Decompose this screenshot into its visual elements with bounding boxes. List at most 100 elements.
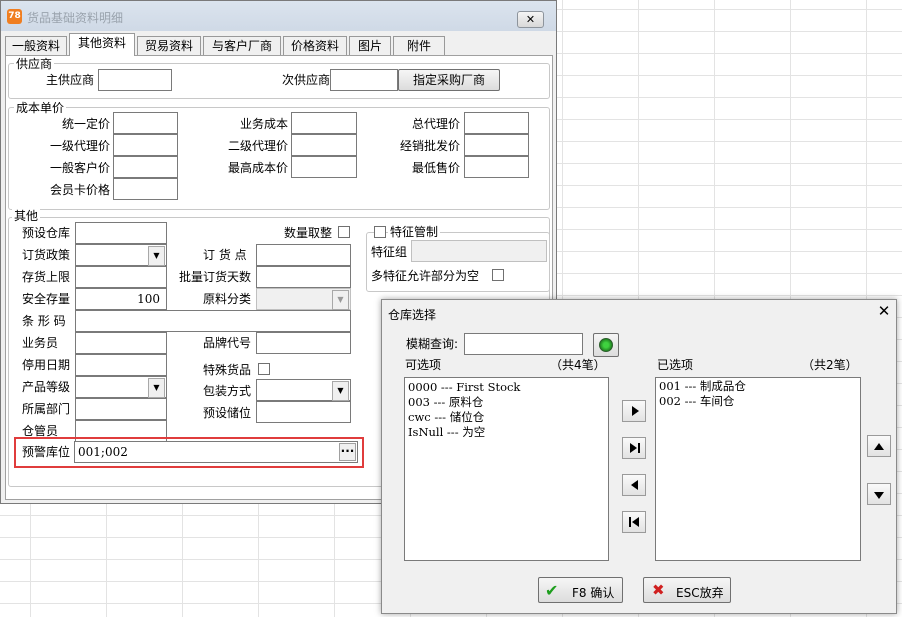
window-close-button[interactable]: ✕ xyxy=(517,11,544,28)
salesman-label: 业务员 xyxy=(22,336,59,350)
packing-select[interactable]: ▼ xyxy=(256,379,351,401)
barcode-label: 条 形 码 xyxy=(22,314,66,328)
disable-date-input[interactable] xyxy=(75,354,167,376)
chevron-down-icon[interactable]: ▼ xyxy=(332,381,349,401)
secondary-supplier-input[interactable] xyxy=(330,69,398,91)
list-item[interactable]: 003 --- 原料仓 xyxy=(405,395,608,410)
check-icon: ✔ xyxy=(545,581,559,600)
title-bar: 78 货品基础资料明细 ✕ xyxy=(1,1,556,31)
tab-other[interactable]: 其他资料 xyxy=(69,33,135,56)
main-supplier-label: 主供应商 xyxy=(45,73,94,87)
min-sale-price-input[interactable] xyxy=(464,156,529,178)
chevron-down-icon[interactable]: ▼ xyxy=(332,290,349,310)
move-down-button[interactable] xyxy=(867,483,891,505)
order-point-input[interactable] xyxy=(256,244,351,266)
level2-agent-price-input[interactable] xyxy=(291,134,357,156)
feature-group-input[interactable] xyxy=(411,240,547,262)
list-item[interactable]: 001 --- 制成品仓 xyxy=(656,379,860,394)
tab-customer-vendor[interactable]: 与客户厂商 xyxy=(203,36,281,55)
arrow-down-icon xyxy=(874,492,884,499)
member-card-price-input[interactable] xyxy=(113,178,178,200)
cost-label: 业务成本 xyxy=(239,117,288,131)
product-grade-select[interactable]: ▼ xyxy=(75,376,167,398)
cost-label: 统一定价 xyxy=(61,117,110,131)
supplier-legend: 供应商 xyxy=(14,57,55,71)
tab-trade[interactable]: 贸易资料 xyxy=(137,36,201,55)
move-all-right-button[interactable] xyxy=(622,437,646,459)
alert-location-label: 预警库位 xyxy=(22,445,71,459)
cost-label: 总代理价 xyxy=(411,117,460,131)
window-title: 货品基础资料明细 xyxy=(27,11,124,25)
default-location-input[interactable] xyxy=(256,401,351,423)
level1-agent-price-input[interactable] xyxy=(113,134,178,156)
list-item[interactable]: cwc --- 储位仓 xyxy=(405,410,608,425)
brand-code-input[interactable] xyxy=(256,332,351,354)
salesman-input[interactable] xyxy=(75,332,167,354)
round-qty-checkbox[interactable] xyxy=(338,226,350,238)
max-cost-price-input[interactable] xyxy=(291,156,357,178)
main-supplier-input[interactable] xyxy=(98,69,172,91)
feature-group-label: 特征组 xyxy=(371,245,408,259)
cancel-button[interactable]: ✖ ESC放弃 xyxy=(643,577,731,603)
tab-images[interactable]: 图片 xyxy=(349,36,391,55)
general-customer-price-input[interactable] xyxy=(113,156,178,178)
material-class-select[interactable]: ▼ xyxy=(256,288,351,310)
tab-price[interactable]: 价格资料 xyxy=(283,36,347,55)
ellipsis-button[interactable]: ··· xyxy=(339,443,356,461)
go-circle-icon xyxy=(599,338,613,352)
general-agent-price-input[interactable] xyxy=(464,112,529,134)
order-policy-select[interactable]: ▼ xyxy=(75,244,167,266)
chevron-down-icon[interactable]: ▼ xyxy=(148,378,165,398)
confirm-button[interactable]: ✔ F8 确认 xyxy=(538,577,623,603)
available-list[interactable]: 0000 --- First Stock 003 --- 原料仓 cwc ---… xyxy=(404,377,609,561)
default-warehouse-input[interactable] xyxy=(75,222,167,244)
move-left-button[interactable] xyxy=(622,474,646,496)
barcode-input[interactable] xyxy=(75,310,351,332)
feature-control-checkbox[interactable] xyxy=(374,226,386,238)
default-location-label: 预设储位 xyxy=(203,406,252,420)
cost-label: 一般客户价 xyxy=(49,161,110,175)
batch-order-days-input[interactable] xyxy=(256,266,351,288)
list-item[interactable]: IsNull --- 为空 xyxy=(405,425,608,440)
dialog-close-button[interactable]: ✕ xyxy=(875,302,893,320)
disable-date-label: 停用日期 xyxy=(22,358,71,372)
tab-attachments[interactable]: 附件 xyxy=(393,36,445,55)
selected-label: 已选项 xyxy=(657,358,694,372)
chevron-down-icon[interactable]: ▼ xyxy=(148,246,165,266)
cost-legend: 成本单价 xyxy=(14,101,67,115)
selected-list[interactable]: 001 --- 制成品仓 002 --- 车间仓 xyxy=(655,377,861,561)
stock-upper-label: 存货上限 xyxy=(22,270,71,284)
fuzzy-search-input[interactable] xyxy=(464,333,583,355)
brand-code-label: 品牌代号 xyxy=(203,336,252,350)
move-all-left-button[interactable] xyxy=(622,511,646,533)
assign-vendor-button[interactable]: 指定采购厂商 xyxy=(398,69,500,91)
list-item[interactable]: 0000 --- First Stock xyxy=(405,380,608,395)
warehouse-keeper-label: 仓管员 xyxy=(22,424,59,438)
arrow-first-icon xyxy=(632,517,639,527)
stock-upper-input[interactable] xyxy=(75,266,167,288)
allow-partial-checkbox[interactable] xyxy=(492,269,504,281)
move-up-button[interactable] xyxy=(867,435,891,457)
cost-label: 会员卡价格 xyxy=(49,183,110,197)
move-right-button[interactable] xyxy=(622,400,646,422)
safety-stock-label: 安全存量 xyxy=(22,292,71,306)
arrow-left-icon xyxy=(631,480,638,490)
order-point-label: 订 货 点 xyxy=(203,248,247,262)
arrow-last-icon xyxy=(630,443,637,453)
available-label: 可选项 xyxy=(405,358,442,372)
safety-stock-input[interactable]: 100 xyxy=(75,288,167,310)
list-item[interactable]: 002 --- 车间仓 xyxy=(656,394,860,409)
special-goods-checkbox[interactable] xyxy=(258,363,270,375)
unified-price-input[interactable] xyxy=(113,112,178,134)
bar-icon xyxy=(638,443,640,453)
business-cost-input[interactable] xyxy=(291,112,357,134)
wholesale-price-input[interactable] xyxy=(464,134,529,156)
department-input[interactable] xyxy=(75,398,167,420)
alert-location-input[interactable]: 001;002 ··· xyxy=(74,441,358,463)
special-goods-label: 特殊货品 xyxy=(203,363,252,377)
arrow-right-icon xyxy=(632,406,639,416)
product-grade-label: 产品等级 xyxy=(22,380,71,394)
tab-general[interactable]: 一般资料 xyxy=(5,36,67,55)
search-go-button[interactable] xyxy=(593,333,619,357)
arrow-up-icon xyxy=(874,443,884,450)
